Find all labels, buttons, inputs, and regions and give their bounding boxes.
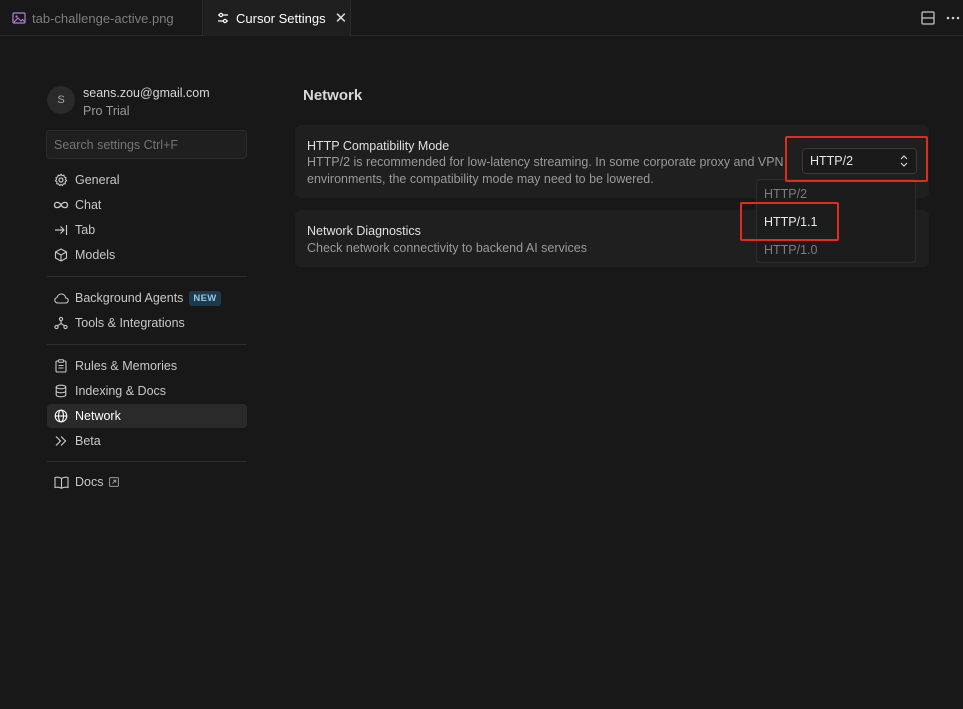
book-icon [53, 474, 69, 490]
close-icon[interactable]: ✕ [335, 9, 348, 27]
sidebar-item-label: Models [75, 248, 116, 262]
new-badge: NEW [189, 290, 221, 306]
dropdown-option-http10[interactable]: HTTP/1.0 [764, 243, 818, 257]
sidebar-item-label: Indexing & Docs [75, 384, 167, 398]
tools-icon [53, 315, 69, 331]
sidebar-item-label: Chat [75, 198, 102, 212]
account-email: seans.zou@gmail.com [83, 86, 210, 100]
sidebar-item-background-agents[interactable]: Background Agents NEW [47, 286, 247, 310]
sidebar-item-label: Beta [75, 434, 101, 448]
sidebar-item-label: Background Agents [75, 291, 184, 305]
diagnostics-title: Network Diagnostics [307, 224, 421, 238]
http-mode-title: HTTP Compatibility Mode [307, 139, 450, 153]
sidebar-item-label: Docs [75, 475, 104, 489]
highlight-box-option [740, 202, 839, 241]
diagnostics-description: Check network connectivity to backend AI… [307, 241, 587, 255]
sidebar-item-rules-memories[interactable]: Rules & Memories [47, 354, 247, 378]
page-title: Network [303, 87, 363, 104]
tab-arrow-icon [53, 222, 69, 238]
avatar: S [47, 86, 75, 114]
dropdown-option-http2[interactable]: HTTP/2 [764, 187, 807, 201]
gear-icon [53, 172, 69, 188]
account-info: S seans.zou@gmail.com Pro Trial [47, 86, 247, 120]
sidebar-item-beta[interactable]: Beta [47, 429, 247, 453]
sidebar-item-label: Tools & Integrations [75, 316, 185, 330]
tab-cursor-settings[interactable]: Cursor Settings ✕ [204, 0, 351, 36]
clipboard-icon [53, 358, 69, 374]
search-settings-input[interactable] [46, 130, 247, 159]
split-editor-icon[interactable] [920, 10, 936, 26]
sidebar-item-tools-integrations[interactable]: Tools & Integrations [47, 311, 247, 335]
tab-label: tab-challenge-active.png [32, 10, 174, 26]
more-actions-icon[interactable] [946, 10, 960, 26]
sidebar-item-label: Network [75, 409, 121, 423]
tab-image-file[interactable]: tab-challenge-active.png [0, 0, 203, 36]
sidebar-divider [47, 276, 247, 277]
infinity-icon [53, 197, 69, 213]
sidebar-item-docs[interactable]: Docs [47, 470, 247, 494]
image-icon [12, 11, 26, 25]
http-mode-description-line2: environments, the compatibility mode may… [307, 172, 654, 186]
http-mode-description-line1: HTTP/2 is recommended for low-latency st… [307, 155, 784, 169]
sidebar-item-label: General [75, 173, 120, 187]
globe-icon [53, 408, 69, 424]
tab-label: Cursor Settings [236, 10, 326, 26]
sidebar-item-general[interactable]: General [47, 168, 247, 192]
sidebar-divider [47, 344, 247, 345]
tab-bar: tab-challenge-active.png Cursor Settings… [0, 0, 963, 36]
sidebar-item-network[interactable]: Network [47, 404, 247, 428]
sidebar-item-label: Tab [75, 223, 96, 237]
sidebar-divider [47, 461, 247, 462]
sidebar-item-models[interactable]: Models [47, 243, 247, 267]
external-link-icon [109, 477, 120, 487]
highlight-box-select [785, 136, 928, 182]
settings-sliders-icon [216, 11, 230, 25]
cube-icon [53, 247, 69, 263]
account-plan: Pro Trial [83, 104, 130, 118]
sidebar-item-label: Rules & Memories [75, 359, 178, 373]
double-chevron-icon [53, 433, 69, 449]
sidebar-item-chat[interactable]: Chat [47, 193, 247, 217]
sidebar-item-tab[interactable]: Tab [47, 218, 247, 242]
cloud-icon [53, 290, 69, 306]
sidebar-item-indexing-docs[interactable]: Indexing & Docs [47, 379, 247, 403]
database-icon [53, 383, 69, 399]
